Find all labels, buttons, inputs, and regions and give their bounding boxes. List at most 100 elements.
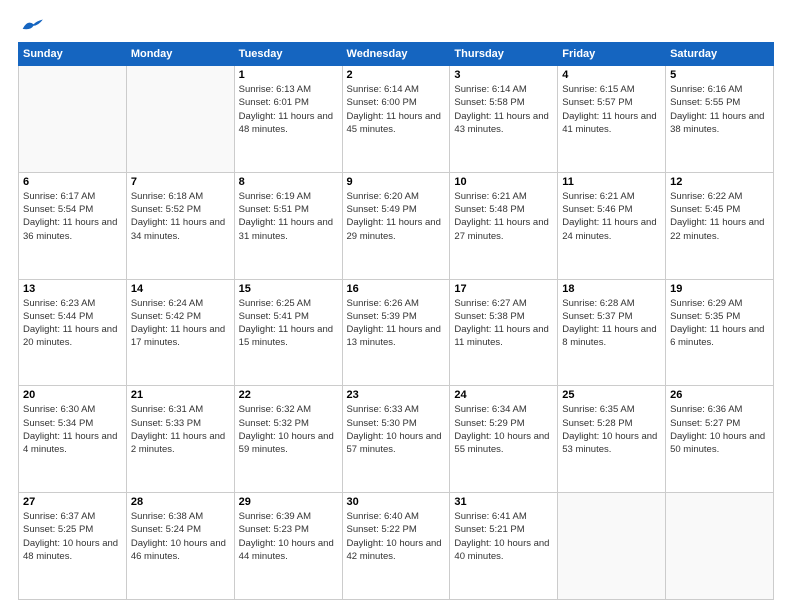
day-info: Sunrise: 6:21 AMSunset: 5:46 PMDaylight:… [562,190,661,243]
calendar-cell: 15 Sunrise: 6:25 AMSunset: 5:41 PMDayligh… [234,279,342,386]
day-info: Sunrise: 6:28 AMSunset: 5:37 PMDaylight:… [562,297,661,350]
calendar-cell: 9Sunrise: 6:20 AMSunset: 5:49 PMDaylight… [342,172,450,279]
calendar-cell: 18 Sunrise: 6:28 AMSunset: 5:37 PMDayligh… [558,279,666,386]
calendar-cell: 8 Sunrise: 6:19 AMSunset: 5:51 PMDaylight… [234,172,342,279]
day-number: 12 [670,176,769,188]
day-info: Sunrise: 6:18 AMSunset: 5:52 PMDaylight:… [131,190,230,243]
day-info: Sunrise: 6:27 AMSunset: 5:38 PMDaylight:… [454,297,553,350]
day-number: 9 [347,176,446,188]
day-info: Sunrise: 6:36 AMSunset: 5:27 PMDaylight:… [670,403,769,456]
day-number: 8 [239,176,338,188]
day-number: 1 [239,69,338,81]
calendar-cell: 1Sunrise: 6:13 AMSunset: 6:01 PMDaylight… [234,66,342,173]
day-info: Sunrise: 6:41 AMSunset: 5:21 PMDaylight:… [454,510,553,563]
day-number: 27 [23,496,122,508]
calendar-cell: 7 Sunrise: 6:18 AMSunset: 5:52 PMDaylight… [126,172,234,279]
day-info: Sunrise: 6:22 AMSunset: 5:45 PMDaylight:… [670,190,769,243]
calendar-cell: 2 Sunrise: 6:14 AMSunset: 6:00 PMDaylight… [342,66,450,173]
weekday-header-monday: Monday [126,43,234,66]
logo-icon [21,18,43,32]
day-info: Sunrise: 6:31 AMSunset: 5:33 PMDaylight:… [131,403,230,456]
day-number: 30 [347,496,446,508]
day-info: Sunrise: 6:24 AMSunset: 5:42 PMDaylight:… [131,297,230,350]
calendar-week-row: 1Sunrise: 6:13 AMSunset: 6:01 PMDaylight… [19,66,774,173]
weekday-header-thursday: Thursday [450,43,558,66]
day-number: 24 [454,389,553,401]
day-number: 5 [670,69,769,81]
day-number: 3 [454,69,553,81]
calendar-table: SundayMondayTuesdayWednesdayThursdayFrid… [18,42,774,600]
calendar-cell: 28Sunrise: 6:38 AMSunset: 5:24 PMDayligh… [126,493,234,600]
calendar-cell: 6 Sunrise: 6:17 AMSunset: 5:54 PMDaylight… [19,172,127,279]
calendar-cell: 20Sunrise: 6:30 AMSunset: 5:34 PMDayligh… [19,386,127,493]
day-number: 4 [562,69,661,81]
day-number: 6 [23,176,122,188]
day-number: 10 [454,176,553,188]
weekday-header-row: SundayMondayTuesdayWednesdayThursdayFrid… [19,43,774,66]
day-info: Sunrise: 6:38 AMSunset: 5:24 PMDaylight:… [131,510,230,563]
day-info: Sunrise: 6:29 AMSunset: 5:35 PMDaylight:… [670,297,769,350]
day-number: 26 [670,389,769,401]
day-info: Sunrise: 6:26 AMSunset: 5:39 PMDaylight:… [347,297,446,350]
day-number: 2 [347,69,446,81]
day-info: Sunrise: 6:30 AMSunset: 5:34 PMDaylight:… [23,403,122,456]
calendar-cell: 13 Sunrise: 6:23 AMSunset: 5:44 PMDayligh… [19,279,127,386]
calendar-cell: 22 Sunrise: 6:32 AMSunset: 5:32 PMDayligh… [234,386,342,493]
calendar-cell: 19 Sunrise: 6:29 AMSunset: 5:35 PMDayligh… [666,279,774,386]
page-header [18,18,774,32]
day-number: 31 [454,496,553,508]
day-info: Sunrise: 6:40 AMSunset: 5:22 PMDaylight:… [347,510,446,563]
day-number: 25 [562,389,661,401]
day-info: Sunrise: 6:37 AMSunset: 5:25 PMDaylight:… [23,510,122,563]
calendar-cell [558,493,666,600]
calendar-cell: 11Sunrise: 6:21 AMSunset: 5:46 PMDayligh… [558,172,666,279]
calendar-cell: 24Sunrise: 6:34 AMSunset: 5:29 PMDayligh… [450,386,558,493]
calendar-cell: 16 Sunrise: 6:26 AMSunset: 5:39 PMDayligh… [342,279,450,386]
day-info: Sunrise: 6:19 AMSunset: 5:51 PMDaylight:… [239,190,338,243]
weekday-header-tuesday: Tuesday [234,43,342,66]
calendar-week-row: 6 Sunrise: 6:17 AMSunset: 5:54 PMDaylight… [19,172,774,279]
day-info: Sunrise: 6:39 AMSunset: 5:23 PMDaylight:… [239,510,338,563]
calendar-cell: 3 Sunrise: 6:14 AMSunset: 5:58 PMDaylight… [450,66,558,173]
day-info: Sunrise: 6:23 AMSunset: 5:44 PMDaylight:… [23,297,122,350]
weekday-header-sunday: Sunday [19,43,127,66]
day-number: 7 [131,176,230,188]
day-info: Sunrise: 6:35 AMSunset: 5:28 PMDaylight:… [562,403,661,456]
day-info: Sunrise: 6:32 AMSunset: 5:32 PMDaylight:… [239,403,338,456]
day-number: 16 [347,283,446,295]
calendar-cell: 14 Sunrise: 6:24 AMSunset: 5:42 PMDayligh… [126,279,234,386]
weekday-header-friday: Friday [558,43,666,66]
calendar-cell: 30 Sunrise: 6:40 AMSunset: 5:22 PMDayligh… [342,493,450,600]
calendar-cell: 4Sunrise: 6:15 AMSunset: 5:57 PMDaylight… [558,66,666,173]
day-info: Sunrise: 6:17 AMSunset: 5:54 PMDaylight:… [23,190,122,243]
day-info: Sunrise: 6:14 AMSunset: 5:58 PMDaylight:… [454,83,553,136]
calendar-cell: 5 Sunrise: 6:16 AMSunset: 5:55 PMDaylight… [666,66,774,173]
day-info: Sunrise: 6:16 AMSunset: 5:55 PMDaylight:… [670,83,769,136]
day-number: 29 [239,496,338,508]
calendar-cell: 10Sunrise: 6:21 AMSunset: 5:48 PMDayligh… [450,172,558,279]
calendar-cell: 25 Sunrise: 6:35 AMSunset: 5:28 PMDayligh… [558,386,666,493]
day-number: 15 [239,283,338,295]
weekday-header-saturday: Saturday [666,43,774,66]
calendar-week-row: 27 Sunrise: 6:37 AMSunset: 5:25 PMDayligh… [19,493,774,600]
day-number: 17 [454,283,553,295]
day-number: 23 [347,389,446,401]
day-number: 19 [670,283,769,295]
calendar-cell: 27 Sunrise: 6:37 AMSunset: 5:25 PMDayligh… [19,493,127,600]
day-info: Sunrise: 6:14 AMSunset: 6:00 PMDaylight:… [347,83,446,136]
calendar-cell: 21Sunrise: 6:31 AMSunset: 5:33 PMDayligh… [126,386,234,493]
calendar-cell [19,66,127,173]
logo [18,18,43,32]
day-info: Sunrise: 6:33 AMSunset: 5:30 PMDaylight:… [347,403,446,456]
day-number: 14 [131,283,230,295]
calendar-cell: 31 Sunrise: 6:41 AMSunset: 5:21 PMDayligh… [450,493,558,600]
calendar-cell: 29 Sunrise: 6:39 AMSunset: 5:23 PMDayligh… [234,493,342,600]
calendar-cell: 17 Sunrise: 6:27 AMSunset: 5:38 PMDayligh… [450,279,558,386]
calendar-cell: 26 Sunrise: 6:36 AMSunset: 5:27 PMDayligh… [666,386,774,493]
calendar-week-row: 20Sunrise: 6:30 AMSunset: 5:34 PMDayligh… [19,386,774,493]
day-info: Sunrise: 6:25 AMSunset: 5:41 PMDaylight:… [239,297,338,350]
day-number: 13 [23,283,122,295]
calendar-cell: 12 Sunrise: 6:22 AMSunset: 5:45 PMDayligh… [666,172,774,279]
day-number: 22 [239,389,338,401]
day-number: 18 [562,283,661,295]
